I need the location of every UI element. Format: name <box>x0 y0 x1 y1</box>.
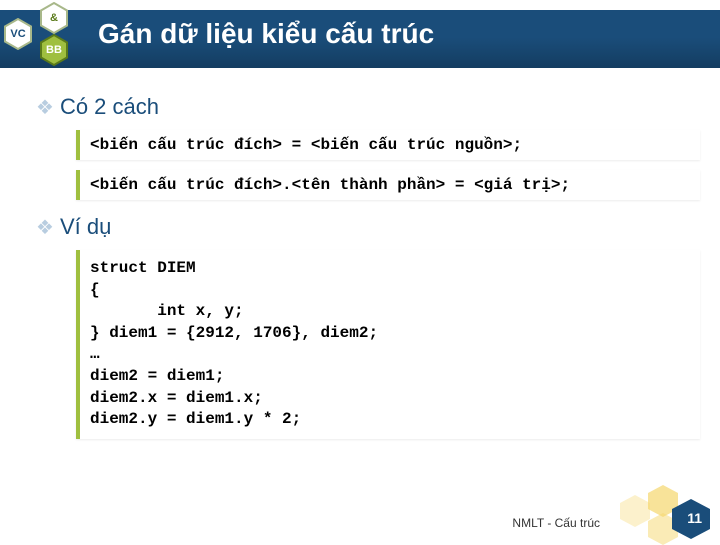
section-heading-ways: Có 2 cách <box>30 94 700 120</box>
page-number: 11 <box>687 510 702 526</box>
hex-vc: VC <box>4 18 32 50</box>
footer-text: NMLT - Cấu trúc <box>512 516 600 530</box>
footer-hex-decoration <box>630 490 720 540</box>
code-line-1: <biến cấu trúc đích> = <biến cấu trúc ng… <box>76 130 700 160</box>
code-example: struct DIEM { int x, y; } diem1 = {2912,… <box>76 250 700 439</box>
hex-bb-label: BB <box>46 44 62 56</box>
hex-amp-label: & <box>50 12 58 24</box>
footer: NMLT - Cấu trúc 11 <box>512 490 720 540</box>
hex-vc-label: VC <box>10 28 25 40</box>
section-heading-example: Ví dụ <box>30 214 700 240</box>
page-title: Gán dữ liệu kiểu cấu trúc <box>98 18 434 50</box>
hex-amp: & <box>40 2 68 34</box>
logo-hex-cluster: VC & BB <box>0 0 90 68</box>
hex-bb: BB <box>40 34 68 66</box>
code-line-2: <biến cấu trúc đích>.<tên thành phần> = … <box>76 170 700 200</box>
